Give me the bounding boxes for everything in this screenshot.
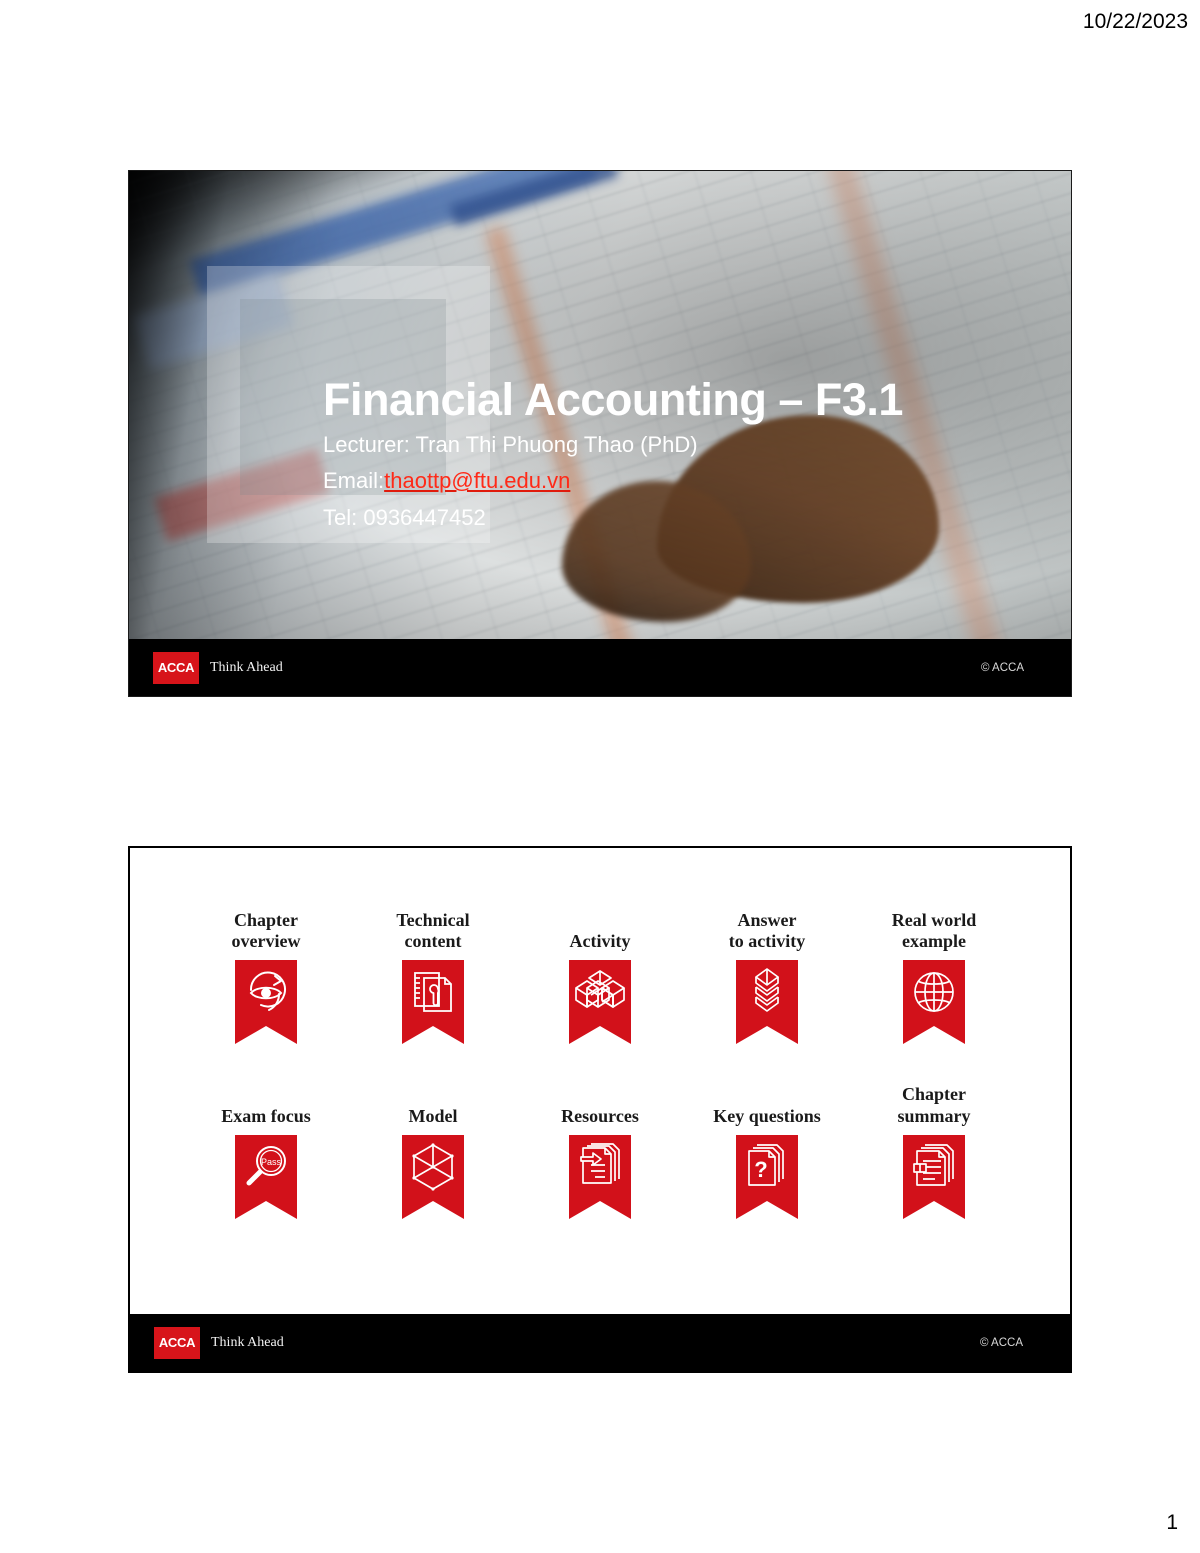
icon-label: Chapter summary bbox=[897, 1084, 971, 1126]
magnifier-pass-icon: Pass bbox=[235, 1134, 297, 1219]
email-link[interactable]: thaottp@ftu.edu.vn bbox=[384, 468, 570, 493]
document-question-icon: ? bbox=[736, 1134, 798, 1219]
icon-cell-chapter-summary[interactable]: Chapter summary bbox=[854, 1084, 1014, 1219]
document-summary-icon bbox=[903, 1134, 965, 1219]
three-cubes-icon bbox=[569, 960, 631, 1045]
icon-label: Resources bbox=[561, 1105, 639, 1126]
icon-label: Activity bbox=[569, 931, 631, 952]
icon-cell-resources[interactable]: Resources bbox=[520, 1106, 680, 1219]
icon-cell-exam-focus[interactable]: Exam focus Pass bbox=[186, 1106, 346, 1219]
icon-label: Key questions bbox=[713, 1105, 821, 1126]
lecturer-line: Lecturer: Tran Thi Phuong Thao (PhD) bbox=[323, 431, 698, 457]
acca-tagline: Think Ahead bbox=[210, 659, 283, 675]
email-line: Email:thaottp@ftu.edu.vn bbox=[323, 465, 1043, 498]
eye-refresh-icon bbox=[235, 960, 297, 1045]
icon-label: Model bbox=[408, 1105, 458, 1126]
slide-title-page: Financial Accounting – F3.1 Lecturer: Tr… bbox=[128, 170, 1072, 697]
wireframe-cube-icon bbox=[402, 1134, 464, 1219]
icon-label: Chapter overview bbox=[231, 910, 301, 952]
icon-label: Exam focus bbox=[221, 1105, 311, 1126]
page-title: Financial Accounting – F3.1 bbox=[323, 374, 903, 425]
icon-cell-answer-to-activity[interactable]: Answer to activity bbox=[687, 910, 847, 1045]
slide2-footer: ACCA Think Ahead © ACCA bbox=[130, 1314, 1070, 1371]
icon-cell-real-world-example[interactable]: Real world example bbox=[854, 910, 1014, 1045]
acca-tagline: Think Ahead bbox=[211, 1334, 284, 1350]
copyright-notice: © ACCA bbox=[981, 661, 1024, 674]
stacked-cubes-icon bbox=[736, 960, 798, 1045]
slide1-footer: ACCA Think Ahead © ACCA bbox=[129, 639, 1071, 696]
acca-logo: ACCA bbox=[153, 651, 199, 684]
icon-cell-model[interactable]: Model bbox=[353, 1106, 513, 1219]
icon-cell-key-questions[interactable]: Key questions ? bbox=[687, 1106, 847, 1219]
icon-cell-technical-content[interactable]: Technical content bbox=[353, 910, 513, 1045]
page-date: 10/22/2023 bbox=[1082, 10, 1188, 33]
question-mark-text: ? bbox=[754, 1157, 767, 1182]
icon-row-2: Exam focus Pass Model Resources Key ques… bbox=[186, 1084, 1014, 1219]
acca-logo: ACCA bbox=[154, 1326, 200, 1359]
document-wrench-icon bbox=[402, 960, 464, 1045]
icon-label: Real world example bbox=[891, 910, 977, 952]
icon-grid: Chapter overview Technical content Activ… bbox=[130, 910, 1070, 1219]
icon-label: Answer to activity bbox=[728, 910, 806, 952]
title-text-block: Financial Accounting – F3.1 Lecturer: Tr… bbox=[323, 374, 1043, 534]
icon-cell-chapter-overview[interactable]: Chapter overview bbox=[186, 910, 346, 1045]
telephone-line: Tel: 0936447452 bbox=[323, 504, 486, 530]
icon-label: Technical content bbox=[396, 910, 470, 952]
email-label: Email: bbox=[323, 468, 385, 494]
slide-icon-key: Chapter overview Technical content Activ… bbox=[128, 846, 1072, 1373]
document-arrow-icon bbox=[569, 1134, 631, 1219]
globe-icon bbox=[903, 960, 965, 1045]
pass-badge-text: Pass bbox=[261, 1157, 282, 1167]
copyright-notice: © ACCA bbox=[980, 1336, 1023, 1349]
icon-row-1: Chapter overview Technical content Activ… bbox=[186, 910, 1014, 1045]
page-number: 1 bbox=[1166, 1511, 1178, 1534]
icon-cell-activity[interactable]: Activity bbox=[520, 931, 680, 1045]
